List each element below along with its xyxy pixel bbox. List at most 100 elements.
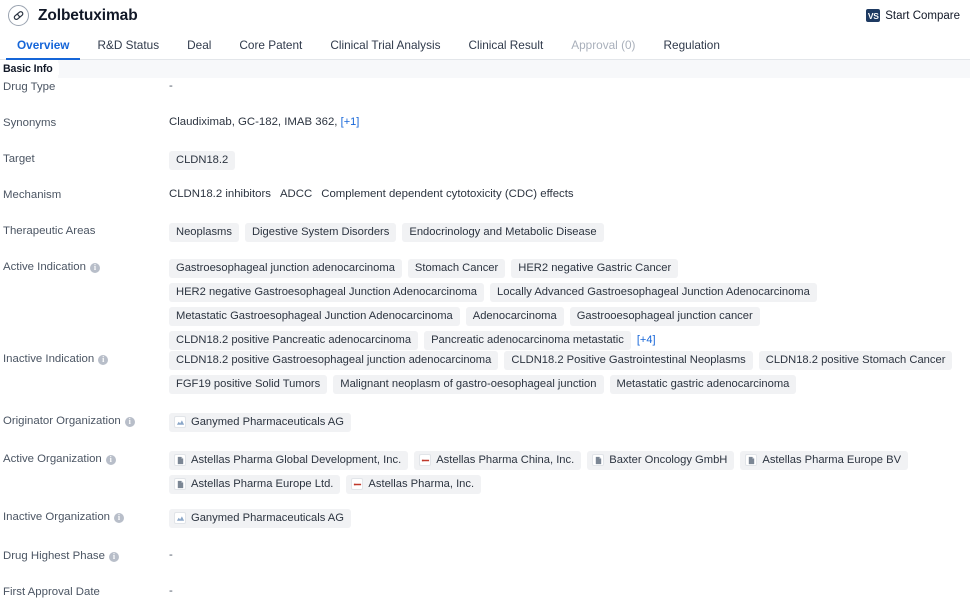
organization-tag[interactable]: Astellas Pharma Europe Ltd. [169, 475, 341, 494]
value-originator-organization: Ganymed Pharmaceuticals AG [169, 412, 962, 432]
row-drug-highest-phase: Drug Highest Phase i - [0, 547, 970, 583]
basic-info-table: Drug Type - Synonyms Claudiximab, GC-182… [0, 78, 970, 613]
info-icon[interactable]: i [108, 551, 119, 562]
tab-rd-status[interactable]: R&D Status [83, 38, 173, 59]
active-indication-tag[interactable]: Adenocarcinoma [465, 307, 564, 326]
row-active-organization: Active Organization i Astellas Pharma Gl… [0, 450, 970, 508]
inactive-indication-tag[interactable]: CLDN18.2 positive Gastroesophageal junct… [169, 351, 499, 370]
row-originator-organization: Originator Organization i Ganymed Pharma… [0, 412, 970, 450]
tab-overview[interactable]: Overview [3, 38, 83, 60]
value-inactive-indication: CLDN18.2 positive Gastroesophageal junct… [169, 350, 962, 394]
organization-name: Astellas Pharma Europe Ltd. [191, 478, 334, 490]
row-active-indication: Active Indication i Gastroesophageal jun… [0, 258, 970, 350]
row-target: Target CLDN18.2 [0, 150, 970, 186]
row-drug-type: Drug Type - [0, 78, 970, 114]
section-title: Basic Info [3, 63, 59, 75]
organization-name: Astellas Pharma Europe BV [762, 454, 902, 466]
synonyms-more-link[interactable]: [+1] [341, 116, 360, 128]
label-active-indication: Active Indication i [3, 258, 169, 275]
vs-badge-icon: VS [866, 9, 881, 22]
astellas-red-logo-icon [351, 478, 364, 490]
inactive-indication-tag[interactable]: FGF19 positive Solid Tumors [169, 375, 328, 394]
active-indication-tag[interactable]: Pancreatic adenocarcinoma metastatic [424, 331, 631, 350]
label-inactive-indication: Inactive Indication i [3, 350, 169, 367]
mechanism-item: Complement dependent cytotoxicity (CDC) … [321, 188, 574, 200]
inactive-indication-tag[interactable]: CLDN18.2 positive Stomach Cancer [758, 351, 953, 370]
label-target: Target [3, 153, 35, 165]
row-synonyms: Synonyms Claudiximab, GC-182, IMAB 362, … [0, 114, 970, 150]
tab-clinical-result[interactable]: Clinical Result [454, 38, 557, 59]
label-originator-organization-text: Originator Organization [3, 415, 121, 427]
value-synonyms: Claudiximab, GC-182, IMAB 362, [+1] [169, 116, 360, 128]
active-indication-tag[interactable]: Stomach Cancer [407, 259, 506, 278]
astellas-doc-logo-icon [745, 454, 758, 466]
basic-info-section-bar: Basic Info [0, 60, 970, 78]
value-active-indication: Gastroesophageal junction adenocarcinoma… [169, 258, 962, 350]
value-drug-type: - [169, 80, 173, 92]
value-target: CLDN18.2 [169, 150, 962, 170]
label-active-indication-text: Active Indication [3, 261, 86, 273]
organization-name: Astellas Pharma China, Inc. [436, 454, 575, 466]
active-indication-tag[interactable]: CLDN18.2 positive Pancreatic adenocarcin… [169, 331, 419, 350]
tab-clinical-trial-analysis[interactable]: Clinical Trial Analysis [316, 38, 454, 59]
active-indication-tag[interactable]: HER2 negative Gastric Cancer [511, 259, 679, 278]
label-drug-highest-phase: Drug Highest Phase i [3, 547, 169, 564]
label-active-organization: Active Organization i [3, 450, 169, 467]
inactive-indication-tag[interactable]: Malignant neoplasm of gastro-oesophageal… [333, 375, 604, 394]
organization-tag[interactable]: Astellas Pharma China, Inc. [414, 451, 582, 470]
value-drug-highest-phase: - [169, 549, 173, 561]
ganymed-logo-icon [174, 416, 186, 428]
active-indication-tag[interactable]: Gastroesophageal junction adenocarcinoma [169, 259, 402, 278]
target-tag[interactable]: CLDN18.2 [169, 151, 236, 170]
label-mechanism: Mechanism [3, 189, 62, 201]
tab-approval[interactable]: Approval (0) [557, 38, 649, 59]
synonym-item: GC-182 [238, 116, 278, 128]
mechanism-item: CLDN18.2 inhibitors [169, 188, 271, 200]
organization-tag[interactable]: Ganymed Pharmaceuticals AG [169, 413, 351, 432]
active-indication-tag[interactable]: Gastrooesophageal junction cancer [569, 307, 760, 326]
info-icon[interactable]: i [105, 454, 116, 465]
organization-name: Astellas Pharma, Inc. [368, 478, 475, 490]
organization-name: Astellas Pharma Global Development, Inc. [191, 454, 402, 466]
synonym-item: Claudiximab [169, 116, 232, 128]
value-first-approval-date: - [169, 585, 173, 597]
therapeutic-area-tag[interactable]: Digestive System Disorders [244, 223, 397, 242]
row-mechanism: Mechanism CLDN18.2 inhibitors ADCC Complem… [0, 186, 970, 222]
value-active-organization: Astellas Pharma Global Development, Inc.… [169, 450, 962, 494]
label-inactive-organization-text: Inactive Organization [3, 511, 111, 523]
organization-tag[interactable]: Astellas Pharma, Inc. [346, 475, 482, 494]
organization-name: Ganymed Pharmaceuticals AG [191, 512, 344, 524]
row-inactive-indication: Inactive Indication i CLDN18.2 positive … [0, 350, 970, 412]
active-indication-tag[interactable]: HER2 negative Gastroesophageal Junction … [169, 283, 485, 302]
inactive-indication-tag[interactable]: Metastatic gastric adenocarcinoma [609, 375, 797, 394]
therapeutic-area-tag[interactable]: Endocrinology and Metabolic Disease [402, 223, 604, 242]
organization-tag[interactable]: Ganymed Pharmaceuticals AG [169, 509, 351, 528]
page-header: Zolbetuximab VS Start Compare [0, 0, 970, 31]
info-icon[interactable]: i [98, 354, 109, 365]
active-indication-more-link[interactable]: [+4] [637, 331, 656, 348]
therapeutic-area-tag[interactable]: Neoplasms [169, 223, 239, 242]
label-inactive-organization: Inactive Organization i [3, 508, 169, 525]
label-originator-organization: Originator Organization i [3, 412, 169, 429]
info-icon[interactable]: i [89, 262, 100, 273]
inactive-indication-tag[interactable]: CLDN18.2 Positive Gastrointestinal Neopl… [504, 351, 753, 370]
start-compare-button[interactable]: VS Start Compare [866, 9, 960, 22]
organization-tag[interactable]: Astellas Pharma Europe BV [740, 451, 909, 470]
active-indication-tag[interactable]: Locally Advanced Gastroesophageal Juncti… [490, 283, 817, 302]
astellas-doc-logo-icon [174, 478, 186, 490]
label-first-approval-date: First Approval Date [3, 586, 100, 598]
tab-core-patent[interactable]: Core Patent [225, 38, 316, 59]
organization-tag[interactable]: Astellas Pharma Global Development, Inc. [169, 451, 409, 470]
active-indication-tag[interactable]: Metastatic Gastroesophageal Junction Ade… [169, 307, 460, 326]
info-icon[interactable]: i [114, 512, 125, 523]
label-drug-highest-phase-text: Drug Highest Phase [3, 550, 105, 562]
tab-deal[interactable]: Deal [173, 38, 225, 59]
row-first-approval-date: First Approval Date - [0, 583, 970, 613]
info-icon[interactable]: i [124, 416, 135, 427]
pill-capsule-icon [8, 5, 29, 26]
row-therapeutic-areas: Therapeutic Areas Neoplasms Digestive Sy… [0, 222, 970, 258]
tab-regulation[interactable]: Regulation [650, 38, 734, 59]
start-compare-label: Start Compare [885, 9, 960, 22]
organization-name: Baxter Oncology GmbH [609, 454, 728, 466]
organization-tag[interactable]: Baxter Oncology GmbH [587, 451, 735, 470]
